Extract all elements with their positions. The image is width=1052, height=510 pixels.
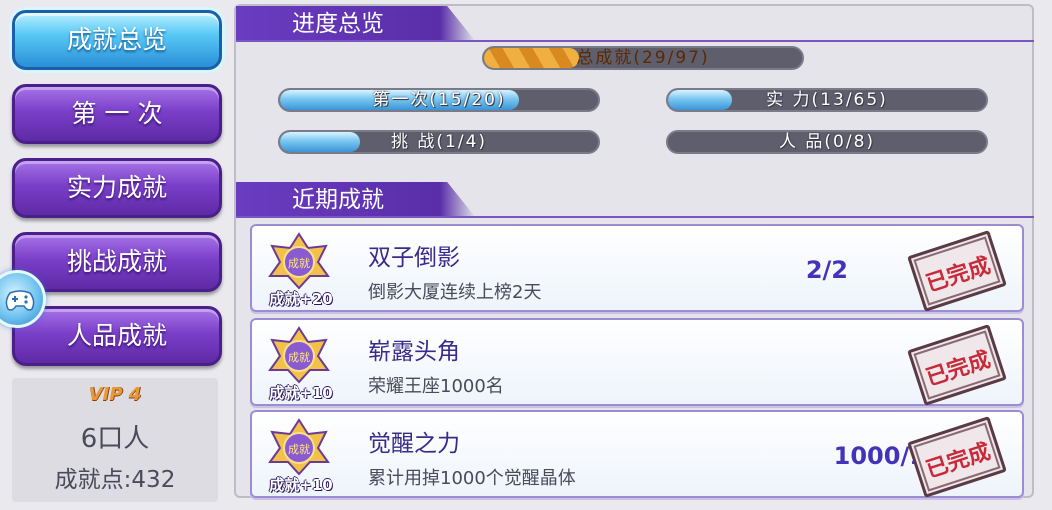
completed-stamp: 已完成 xyxy=(907,230,1007,312)
divider xyxy=(236,40,1034,42)
card-points: 成就+10 xyxy=(269,384,333,402)
recent-header: 近期成就 xyxy=(236,182,476,218)
medal-text: 成就 xyxy=(288,442,310,456)
profile-card: VIP 4 6口人 成就点:432 xyxy=(12,378,218,502)
medal-text: 成就 xyxy=(288,256,310,270)
card-title: 觉醒之力 xyxy=(368,431,460,457)
card-progress: 2/2 xyxy=(805,256,848,284)
card-title: 崭露头角 xyxy=(368,339,460,365)
achievement-card[interactable]: 成就 成就+20 双子倒影 倒影大厦连续上榜2天 2/2 已完成 xyxy=(250,224,1024,312)
stamp-label: 已完成 xyxy=(923,347,994,392)
nav-item-label: 成就总览 xyxy=(66,25,167,54)
stamp-label: 已完成 xyxy=(923,253,994,298)
medal-text: 成就 xyxy=(288,350,310,364)
progress-label: 实 力(13/65) xyxy=(766,90,888,110)
achievement-points: 成就点:432 xyxy=(54,467,176,493)
completed-stamp: 已完成 xyxy=(907,324,1007,406)
nav-item-label: 人品成就 xyxy=(66,321,167,350)
divider xyxy=(236,216,1034,218)
total-progress-bar: 总成就(29/97) xyxy=(482,46,804,70)
card-description: 倒影大厦连续上榜2天 xyxy=(368,282,542,303)
nav-item-label: 挑战成就 xyxy=(66,247,167,276)
card-description: 荣耀王座1000名 xyxy=(368,376,504,397)
first-time-progress-bar: 第一次(15/20) xyxy=(278,88,600,112)
completed-stamp: 已完成 xyxy=(907,416,1007,498)
progress-label: 人 品(0/8) xyxy=(778,132,876,152)
nav-item-overview[interactable]: 成就总览 xyxy=(12,10,222,70)
progress-label: 第一次(15/20) xyxy=(372,90,506,110)
progress-label: 挑 战(1/4) xyxy=(390,132,488,152)
overview-title: 进度总览 xyxy=(292,11,384,37)
nav-item-first-time[interactable]: 第 一 次 xyxy=(12,84,222,144)
card-title: 双子倒影 xyxy=(368,245,460,271)
card-points: 成就+20 xyxy=(269,290,333,308)
medal-icon: 成就 xyxy=(268,326,330,384)
card-points: 成就+10 xyxy=(269,476,333,494)
medal-icon: 成就 xyxy=(268,232,330,290)
card-description: 累计用掉1000个觉醒晶体 xyxy=(368,468,576,489)
nav-item-label: 实力成就 xyxy=(66,173,167,202)
nav-item-label: 第 一 次 xyxy=(71,99,163,128)
vip-badge: VIP 4 xyxy=(88,384,142,405)
stamp-label: 已完成 xyxy=(923,439,994,484)
nav-item-character[interactable]: 人品成就 xyxy=(12,306,222,366)
achievement-card[interactable]: 成就 成就+10 崭露头角 荣耀王座1000名 已完成 xyxy=(250,318,1024,406)
overview-header: 进度总览 xyxy=(236,6,476,42)
nav-item-strength[interactable]: 实力成就 xyxy=(12,158,222,218)
medal-icon: 成就 xyxy=(268,418,330,476)
progress-label: 总成就(29/97) xyxy=(576,48,710,68)
player-name: 6口人 xyxy=(80,424,150,454)
strength-progress-bar: 实 力(13/65) xyxy=(666,88,988,112)
recent-title: 近期成就 xyxy=(292,187,384,213)
nav-item-challenge[interactable]: 挑战成就 xyxy=(12,232,222,292)
character-progress-bar: 人 品(0/8) xyxy=(666,130,988,154)
achievement-card[interactable]: 成就 成就+10 觉醒之力 累计用掉1000个觉醒晶体 1000/1000 已完… xyxy=(250,410,1024,498)
challenge-progress-bar: 挑 战(1/4) xyxy=(278,130,600,154)
